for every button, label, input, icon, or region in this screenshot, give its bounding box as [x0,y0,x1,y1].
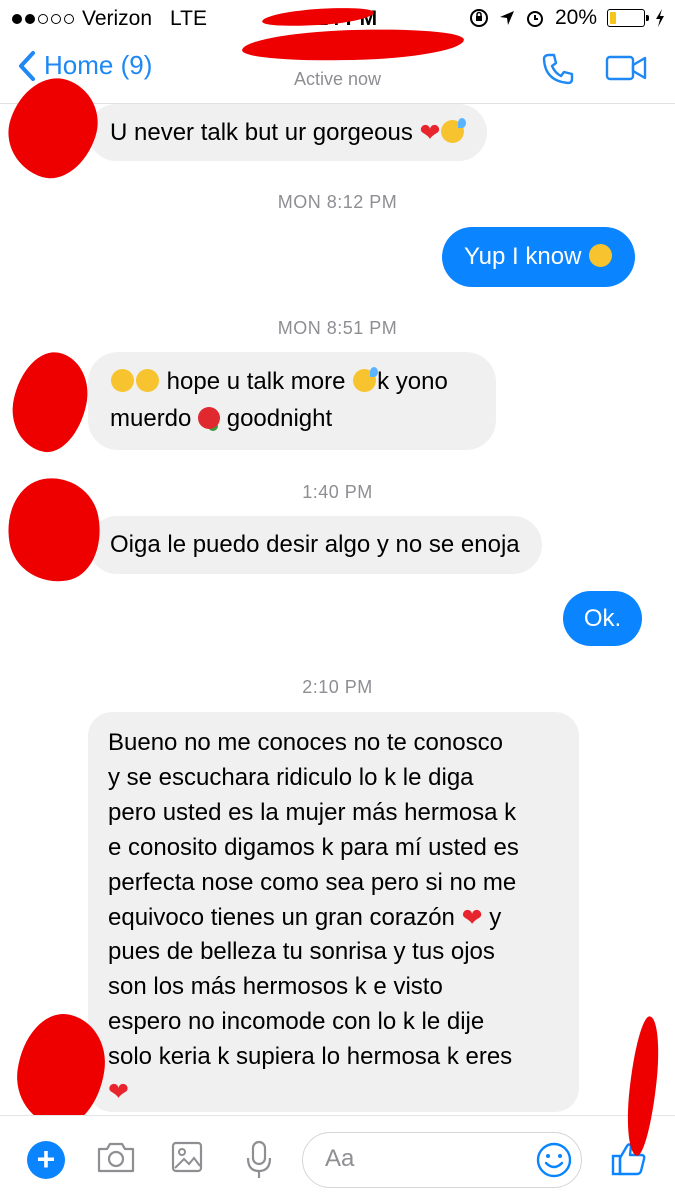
video-call-icon[interactable] [605,54,647,82]
sweat-smile-emoji-icon [353,367,379,392]
microphone-icon[interactable] [244,1140,274,1180]
message-text: Yup I know [464,243,582,270]
message-line: son los más hermosos k e visto [108,973,443,1001]
message-text: muerdo [110,405,192,432]
message-incoming[interactable]: Oiga le puedo desir algo y no se enoja [88,516,542,574]
message-outgoing[interactable]: Ok. [563,591,642,646]
battery-percent: 20% [554,6,597,29]
sweat-smile-emoji-icon [441,118,467,143]
message-line: pues de belleza tu sonrisa y tus ojos [108,938,495,966]
message-line: pero usted es la mujer más hermosa k [108,798,517,826]
message-input[interactable] [325,1145,525,1173]
message-outgoing[interactable]: Yup I know [442,227,636,287]
charging-icon [656,9,664,27]
message-incoming[interactable]: hope u talk more k yono muerdo goodnight [88,352,496,450]
smiling-emoji-icon [589,244,613,267]
message-line: e conosito digamos k para mí usted es [108,833,519,861]
smiling-emoji-icon [136,369,159,392]
message-line: espero no incomode con lo k le dije [108,1008,485,1036]
heart-emoji-icon: ❤ [108,1078,129,1107]
emoji-icon[interactable] [535,1141,573,1179]
phone-icon[interactable] [541,52,575,86]
composer-bar: + [0,1115,675,1200]
gallery-icon[interactable] [170,1140,204,1174]
message-input-container [302,1132,582,1188]
location-icon [499,11,514,25]
heart-emoji-icon: ❤ [419,119,441,147]
message-text: k yono [377,368,448,395]
message-line: solo keria k supiera lo hermosa k eres [108,1043,513,1071]
timestamp: MON 8:51 PM [277,318,398,338]
rotation-lock-icon [469,9,488,27]
message-incoming[interactable]: U never talk but ur gorgeous ❤ [88,104,488,161]
alarm-icon [526,11,543,27]
message-text: hope u talk more [166,368,346,395]
message-text: goodnight [226,405,333,432]
battery-icon [607,9,649,27]
heart-emoji-icon: ❤ [461,903,483,932]
message-incoming[interactable]: Bueno no me conoces no te conosco y se e… [88,712,579,1112]
message-line: Bueno no me conoces no te conosco [108,729,503,756]
timestamp: 1:40 PM [302,482,373,502]
message-line: perfecta nose como sea pero si no me [108,868,517,896]
rose-emoji-icon [198,407,221,429]
camera-icon[interactable] [96,1140,136,1174]
plus-button[interactable]: + [27,1141,65,1179]
message-text: Ok. [583,605,622,632]
message-text: U never talk but ur gorgeous [110,119,413,146]
timestamp: MON 8:12 PM [277,192,398,212]
timestamp: 2:10 PM [302,677,373,697]
message-line: equivoco tienes un gran corazón [108,903,455,931]
smiling-emoji-icon [111,369,134,392]
status-right: 20% [469,6,665,30]
message-line: y [489,903,502,931]
message-line: y se escuchara ridiculo lo k le diga [108,763,474,791]
message-text: Oiga le puedo desir algo y no se enoja [110,531,520,558]
redaction-avatar [4,345,96,459]
